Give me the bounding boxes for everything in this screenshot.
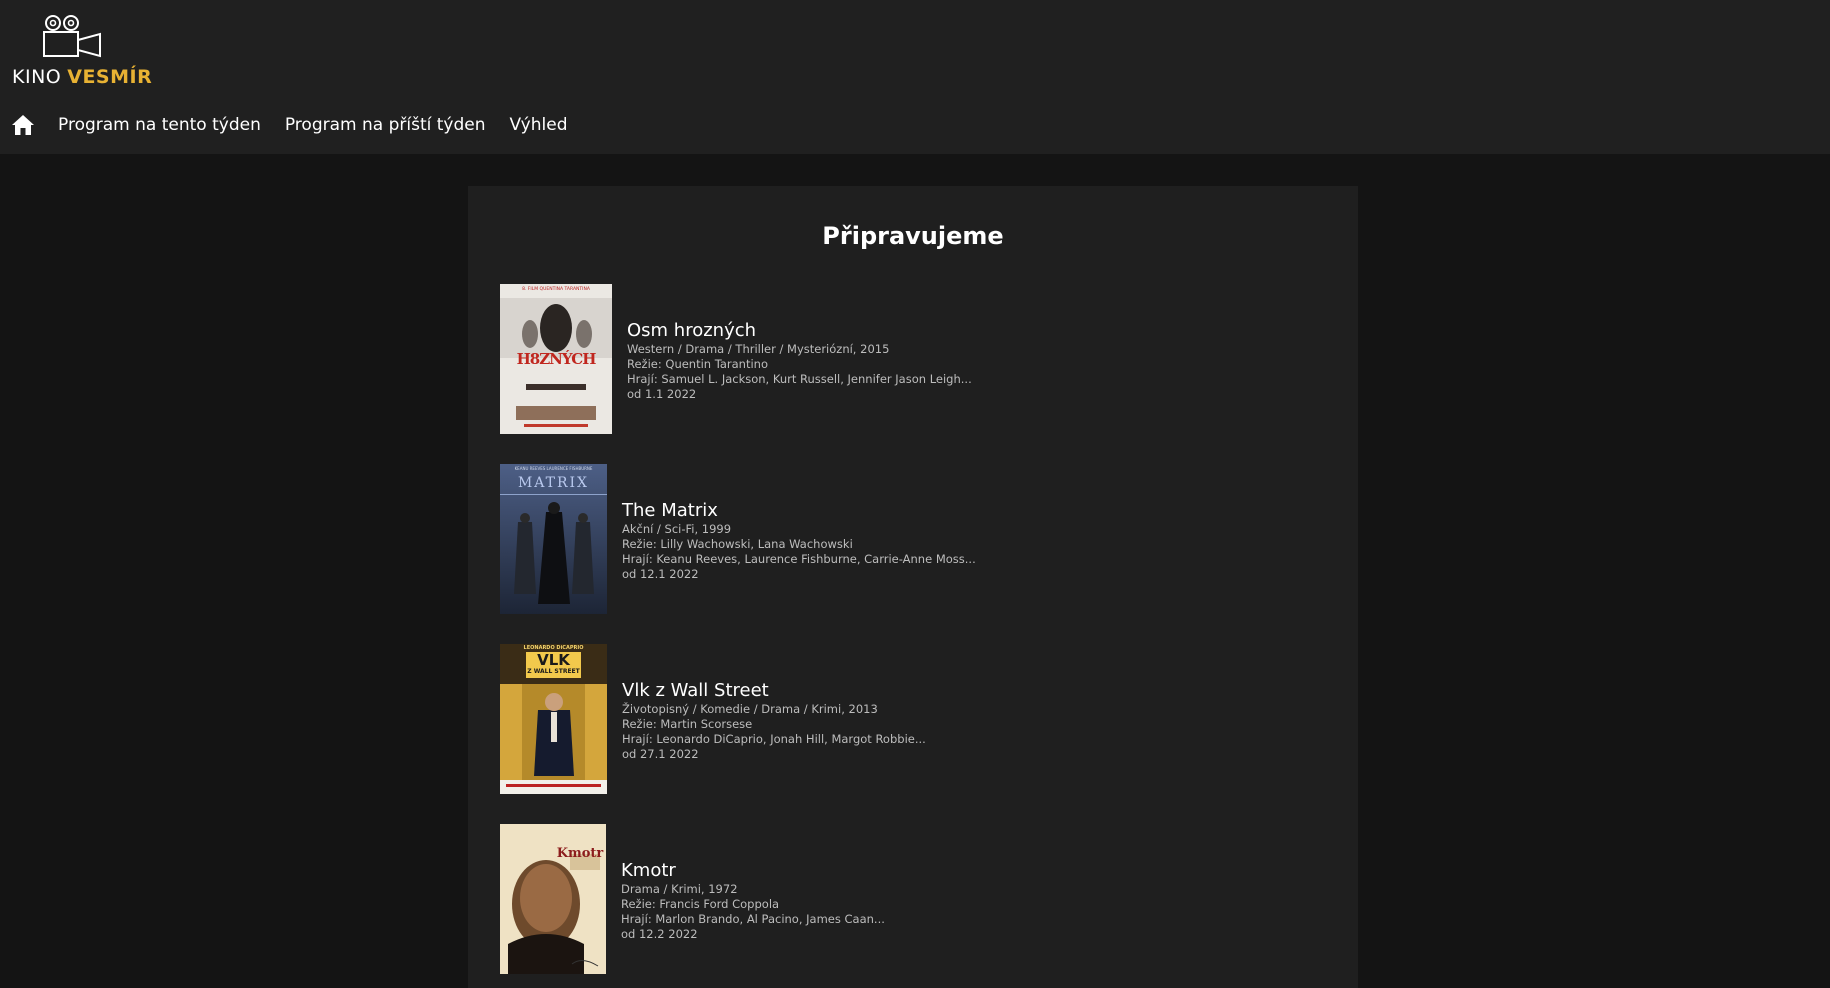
poster-label-box: VLK Z WALL STREET bbox=[526, 652, 581, 678]
film-item: LEONARDO DiCAPRIO VLK Z WALL STREET Vlk … bbox=[500, 644, 1340, 794]
poster-title-text: MATRIX bbox=[517, 475, 590, 491]
upcoming-panel: Připravujeme 8. FILM QUENTINA TARANTINA … bbox=[468, 186, 1358, 988]
film-title[interactable]: Vlk z Wall Street bbox=[622, 680, 926, 702]
page-title: Připravujeme bbox=[822, 222, 1004, 250]
film-director: Režie: Quentin Tarantino bbox=[627, 357, 768, 371]
film-date: od 1.1 2022 bbox=[627, 387, 697, 401]
nav-item-outlook[interactable]: Výhled bbox=[510, 115, 568, 135]
site-header: KINO VESMÍR Program na tento týden Progra… bbox=[0, 0, 1830, 154]
film-title[interactable]: Kmotr bbox=[621, 860, 885, 882]
film-item: KEANU REEVES LAURENCE FISHBURNE MATRIX T… bbox=[500, 464, 1340, 614]
film-genres: Drama / Krimi, 1972 bbox=[621, 882, 738, 896]
site-logo[interactable]: KINO VESMÍR bbox=[12, 14, 152, 88]
logo-vesmir: VESMÍR bbox=[67, 66, 153, 88]
film-poster[interactable]: LEONARDO DiCAPRIO VLK Z WALL STREET bbox=[500, 644, 607, 794]
poster-top-text: KEANU REEVES LAURENCE FISHBURNE bbox=[514, 466, 593, 471]
poster-title-text: VLK bbox=[537, 651, 570, 669]
film-poster[interactable]: KEANU REEVES LAURENCE FISHBURNE MATRIX bbox=[500, 464, 607, 614]
film-title[interactable]: The Matrix bbox=[622, 500, 976, 522]
film-genres: Western / Drama / Thriller / Mysteriózní… bbox=[627, 342, 890, 356]
film-title[interactable]: Osm hrozných bbox=[627, 320, 972, 342]
nav-item-next-week[interactable]: Program na příští týden bbox=[285, 115, 486, 135]
film-cast: Hrají: Marlon Brando, Al Pacino, James C… bbox=[621, 912, 885, 926]
film-genres: Akční / Sci-Fi, 1999 bbox=[622, 522, 732, 536]
film-cast: Hrají: Leonardo DiCaprio, Jonah Hill, Ma… bbox=[622, 732, 926, 746]
home-icon bbox=[12, 115, 34, 135]
film-cast: Hrají: Samuel L. Jackson, Kurt Russell, … bbox=[627, 372, 972, 386]
film-info: Osm hrozných Western / Drama / Thriller … bbox=[627, 320, 972, 402]
film-date: od 12.2 2022 bbox=[621, 927, 698, 941]
film-camera-icon bbox=[43, 15, 101, 58]
film-item: 8. FILM QUENTINA TARANTINA H8ZNÝCH Osm h… bbox=[500, 284, 1340, 434]
film-info: The Matrix Akční / Sci-Fi, 1999 Režie: L… bbox=[622, 500, 976, 582]
film-director: Režie: Martin Scorsese bbox=[622, 717, 753, 731]
logo-text: KINO VESMÍR bbox=[12, 66, 152, 88]
poster-title-text: H8ZNÝCH bbox=[516, 350, 597, 368]
main-nav: Program na tento týden Program na příští… bbox=[10, 112, 591, 138]
nav-home-link[interactable] bbox=[10, 112, 36, 138]
logo-kino: KINO bbox=[12, 66, 62, 88]
film-item: Kmotr Kmotr Drama / Krimi, 1972 Režie: F… bbox=[500, 824, 1340, 974]
film-poster[interactable]: 8. FILM QUENTINA TARANTINA H8ZNÝCH bbox=[500, 284, 612, 434]
film-director: Režie: Francis Ford Coppola bbox=[621, 897, 780, 911]
film-director: Režie: Lilly Wachowski, Lana Wachowski bbox=[622, 537, 853, 551]
poster-subtitle-text: Z WALL STREET bbox=[527, 668, 580, 675]
film-poster[interactable]: Kmotr bbox=[500, 824, 606, 974]
film-info: Vlk z Wall Street Životopisný / Komedie … bbox=[622, 680, 926, 762]
film-genres: Životopisný / Komedie / Drama / Krimi, 2… bbox=[622, 702, 878, 716]
poster-title-text: Kmotr bbox=[556, 846, 604, 861]
film-date: od 12.1 2022 bbox=[622, 567, 699, 581]
film-date: od 27.1 2022 bbox=[622, 747, 699, 761]
poster-top-text: 8. FILM QUENTINA TARANTINA bbox=[522, 287, 590, 292]
film-cast: Hrají: Keanu Reeves, Laurence Fishburne,… bbox=[622, 552, 976, 566]
film-info: Kmotr Drama / Krimi, 1972 Režie: Francis… bbox=[621, 860, 885, 942]
nav-item-this-week[interactable]: Program na tento týden bbox=[58, 115, 261, 135]
